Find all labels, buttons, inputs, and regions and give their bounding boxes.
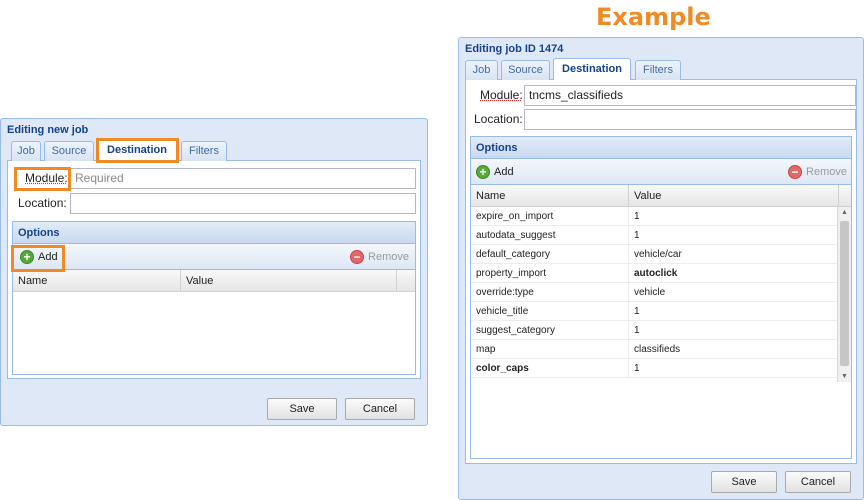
add-button[interactable]: + Add — [476, 164, 514, 180]
table-row[interactable]: map classifieds — [471, 340, 851, 359]
cancel-button[interactable]: Cancel — [345, 398, 415, 420]
option-name-cell[interactable]: override:type — [471, 283, 629, 302]
table-row[interactable]: color_caps 1 — [471, 359, 851, 378]
location-label: Location: — [474, 112, 523, 126]
column-name[interactable]: Name — [471, 185, 629, 207]
save-button[interactable]: Save — [267, 398, 337, 420]
tab-filters[interactable]: Filters — [635, 60, 681, 80]
remove-label: Remove — [368, 251, 409, 263]
grid-header: Name Value — [13, 270, 415, 292]
add-circle-icon: + — [476, 165, 490, 179]
table-row[interactable]: expire_on_import 1 — [471, 207, 851, 226]
editing-new-job-window: Editing new job Job Source Destination F… — [0, 118, 428, 426]
option-name-cell[interactable]: suggest_category — [471, 321, 629, 340]
highlight-destination-tab — [96, 138, 179, 163]
options-panel: Options + Add − Remove Name Value expire… — [470, 136, 852, 459]
options-title: Options — [471, 137, 851, 159]
option-name-cell[interactable]: default_category — [471, 245, 629, 264]
tab-source[interactable]: Source — [501, 60, 550, 80]
table-row[interactable]: suggest_category 1 — [471, 321, 851, 340]
scroll-thumb[interactable] — [840, 221, 849, 366]
window-title: Editing job ID 1474 — [465, 43, 564, 55]
add-label: Add — [494, 166, 514, 178]
tab-source[interactable]: Source — [44, 141, 94, 161]
option-name-cell[interactable]: color_caps — [471, 359, 629, 378]
remove-circle-icon: − — [350, 250, 365, 264]
option-value-cell[interactable]: 1 — [629, 359, 833, 378]
grid-header: Name Value — [471, 185, 851, 207]
options-title: Options — [13, 222, 415, 244]
cancel-button[interactable]: Cancel — [785, 471, 851, 493]
table-row[interactable]: vehicle_title 1 — [471, 302, 851, 321]
options-toolbar: + Add − Remove — [471, 159, 851, 185]
location-field[interactable] — [524, 109, 856, 130]
example-heading: Example — [596, 3, 711, 31]
remove-button[interactable]: − Remove — [350, 249, 409, 265]
column-value[interactable]: Value — [629, 185, 839, 207]
option-value-cell[interactable]: classifieds — [629, 340, 833, 359]
scroll-down-icon[interactable]: ▼ — [841, 373, 848, 380]
option-value-cell[interactable]: vehicle/car — [629, 245, 833, 264]
column-name[interactable]: Name — [13, 270, 181, 292]
options-grid-empty — [13, 292, 415, 372]
destination-panel: Module: Required Location: Options + Add… — [7, 161, 421, 379]
remove-label: Remove — [806, 166, 847, 178]
column-value[interactable]: Value — [181, 270, 397, 292]
highlight-add-button — [11, 245, 65, 272]
option-value-cell[interactable]: vehicle — [629, 283, 833, 302]
tab-destination[interactable]: Destination — [553, 58, 631, 81]
location-label: Location: — [18, 196, 67, 210]
destination-panel: Module: tncms_classifieds Location: Opti… — [465, 80, 857, 464]
option-name-cell[interactable]: vehicle_title — [471, 302, 629, 321]
scroll-up-icon[interactable]: ▲ — [841, 209, 848, 216]
option-name-cell[interactable]: autodata_suggest — [471, 226, 629, 245]
option-value-cell[interactable]: 1 — [629, 226, 833, 245]
editing-job-window: Editing job ID 1474 Job Source Destinati… — [458, 37, 864, 500]
table-row[interactable]: default_category vehicle/car — [471, 245, 851, 264]
location-field[interactable] — [70, 193, 416, 214]
tab-job[interactable]: Job — [465, 60, 498, 80]
options-grid: expire_on_import 1 autodata_suggest 1 defaul… — [471, 207, 851, 407]
option-value-cell[interactable]: 1 — [629, 207, 833, 226]
option-name-cell[interactable]: expire_on_import — [471, 207, 629, 226]
remove-button[interactable]: − Remove — [788, 164, 847, 180]
option-name-cell[interactable]: map — [471, 340, 629, 359]
table-row[interactable]: override:type vehicle — [471, 283, 851, 302]
module-field[interactable]: tncms_classifieds — [524, 85, 856, 106]
window-title: Editing new job — [7, 124, 89, 136]
tab-job[interactable]: Job — [11, 141, 41, 161]
grid-scrollbar[interactable]: ▲ ▼ — [837, 207, 851, 382]
option-value-cell[interactable]: 1 — [629, 302, 833, 321]
remove-circle-icon: − — [788, 165, 803, 179]
save-button[interactable]: Save — [711, 471, 777, 493]
tab-filters[interactable]: Filters — [181, 141, 227, 161]
tab-strip: Job Source Destination Filters — [7, 139, 421, 162]
option-value-cell[interactable]: 1 — [629, 321, 833, 340]
tab-strip: Job Source Destination Filters — [465, 58, 857, 81]
options-panel: Options + Add − Remove Name Value — [12, 221, 416, 375]
highlight-module-label — [14, 167, 71, 191]
option-name-cell[interactable]: property_import — [471, 264, 629, 283]
option-value-cell[interactable]: autoclick — [629, 264, 833, 283]
module-label: Module: — [480, 88, 523, 102]
options-toolbar: + Add − Remove — [13, 244, 415, 270]
module-field[interactable]: Required — [70, 168, 416, 189]
table-row[interactable]: autodata_suggest 1 — [471, 226, 851, 245]
table-row[interactable]: property_import autoclick — [471, 264, 851, 283]
